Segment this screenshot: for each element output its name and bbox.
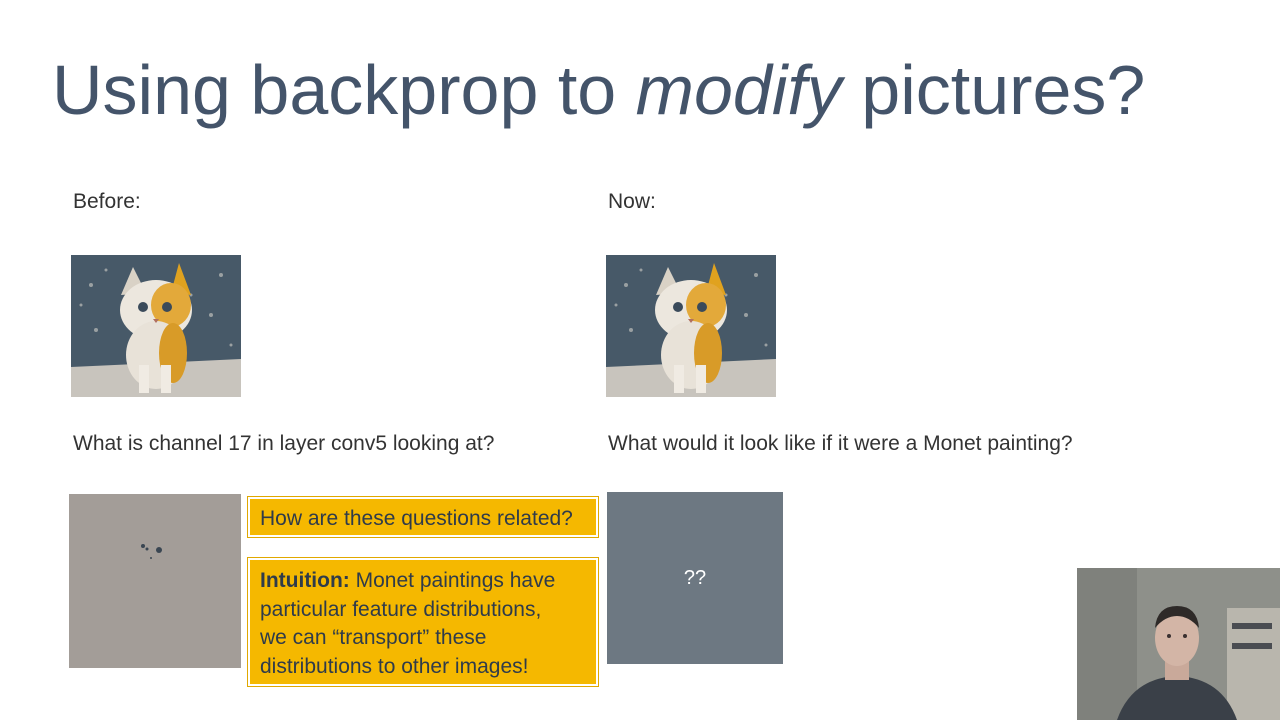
activation-map-icon (141, 544, 162, 559)
before-caption: What is channel 17 in layer conv5 lookin… (73, 432, 495, 455)
title-emphasis: modify (635, 51, 842, 129)
now-caption: What would it look like if it were a Mon… (608, 432, 1073, 455)
kitten-photo-icon (606, 255, 776, 397)
monet-placeholder: ?? (607, 492, 783, 664)
intuition-heading: Intuition: (260, 569, 350, 592)
presenter-video-icon (1077, 568, 1280, 720)
slide: Using backprop to modify pictures? Befor… (0, 0, 1280, 720)
kitten-image-now (606, 255, 776, 397)
placeholder-text: ?? (683, 566, 707, 589)
presenter-webcam (1077, 568, 1280, 720)
before-label: Before: (73, 190, 141, 213)
kitten-photo-icon (71, 255, 241, 397)
kitten-image-before (71, 255, 241, 397)
now-label: Now: (608, 190, 656, 213)
intuition-callout: Intuition: Monet paintings have particul… (247, 557, 599, 687)
title-prefix: Using backprop to (52, 51, 636, 129)
title-suffix: pictures? (841, 51, 1146, 129)
slide-title: Using backprop to modify pictures? (52, 48, 1145, 132)
question-callout: How are these questions related? (247, 496, 599, 538)
feature-map-image (69, 494, 241, 668)
